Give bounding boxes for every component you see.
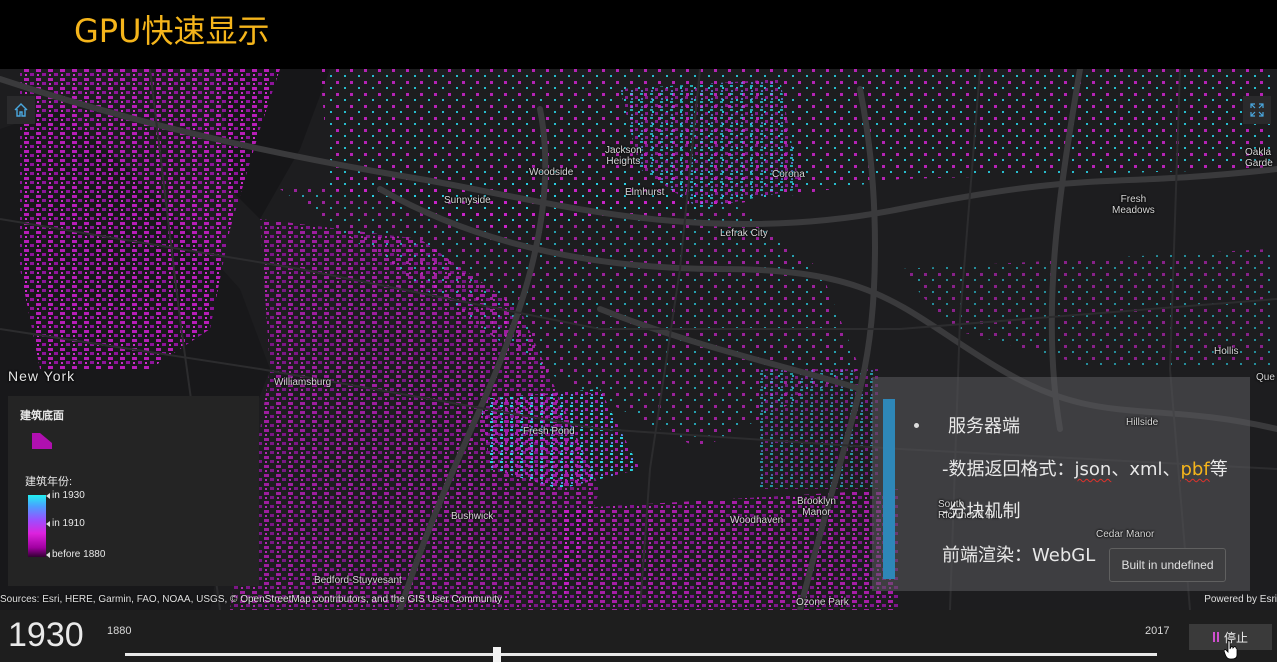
map-label-oakland-gardens: Oakla Garde [1245,147,1273,169]
slide-title-bar: GPU快速显示 [0,0,1277,69]
legend-stop-1910: in 1910 [46,518,85,529]
slider-thumb[interactable] [492,647,501,662]
expand-icon [1250,103,1264,117]
map-label-ozone-park: Ozone Park [796,597,849,608]
map-label-new-york: New York [8,368,76,384]
legend-swatch-polygon [32,433,52,449]
map-label-corona: Corona [772,169,805,180]
map-label-hillside: Hillside [1126,417,1159,428]
pause-icon [1212,632,1219,642]
legend-layer-title: 建筑底面 [20,410,64,422]
formats-suffix: 等 [1209,459,1228,480]
map-label-cedar-manor: Cedar Manor [1096,529,1155,540]
map-label-queens: Que [1256,372,1275,383]
legend-stop-1930: in 1930 [46,490,85,501]
fullscreen-button[interactable] [1243,96,1271,124]
time-slider-panel: 1930 1880 2017 停止 [0,610,1277,662]
home-button[interactable] [7,96,35,124]
map-label-bushwick: Bushwick [451,511,494,522]
map-attribution[interactable]: Sources: Esri, HERE, Garmin, FAO, NOAA, … [0,594,502,605]
map-label-sunnyside: Sunnyside [444,195,491,206]
current-year: 1930 [8,616,84,654]
overlay-line-formats: -数据返回格式：json、xml、pbf等 [942,455,1228,481]
format-sep-1: 、 [1111,459,1130,480]
slider-max-label: 2017 [1145,625,1170,637]
legend-stop-1880: before 1880 [45,549,106,560]
overlay-line-server: 服务器端 [948,416,1020,437]
map-label-brooklyn-manor: Brooklyn Manor [797,496,836,518]
format-json: json [1074,459,1112,480]
format-sep-2: 、 [1162,459,1181,480]
map-label-williamsburg: Williamsburg [274,377,332,388]
map-label-woodside: Woodside [529,167,574,178]
map-label-fresh-pond: Fresh Pond [523,426,575,437]
slider-min-label: 1880 [107,625,132,637]
format-pbf: pbf [1180,459,1210,480]
feature-tooltip: Built in undefined [1109,548,1226,582]
home-icon [14,103,28,117]
slider-track[interactable] [125,653,1157,656]
overlay-line-webgl: 前端渲染：WebGL [942,545,1096,566]
overlay-accent-bar [883,399,895,579]
map-view[interactable]: Jackson Heights Corona Woodside Elmhurst… [0,69,1277,610]
format-xml: xml [1129,459,1163,480]
map-label-lefrak-city: Lefrak City [720,228,768,239]
map-label-fresh-meadows: Fresh Meadows [1112,194,1155,216]
bullet-dot [914,423,919,428]
map-label-woodhaven: Woodhaven [730,515,784,526]
map-label-hollis: Hollis [1214,346,1239,357]
map-label-elmhurst: Elmhurst [625,187,665,198]
map-label-jackson-heights: Jackson Heights [605,145,642,167]
legend-panel: 建筑底面 建筑年份: in 1930 in 1910 before 1880 [8,396,259,586]
map-label-bedford-stuyvesant: Bedford-Stuyvesant [314,575,402,586]
hand-cursor-icon [1224,640,1238,660]
slide-title: GPU快速显示 [74,12,270,50]
overlay-line-tiling: -分块机制 [942,501,1021,522]
legend-color-ramp [28,495,46,557]
formats-prefix: -数据返回格式： [942,459,1075,480]
powered-by[interactable]: Powered by Esri [1204,594,1277,605]
legend-field-title: 建筑年份: [25,476,73,488]
